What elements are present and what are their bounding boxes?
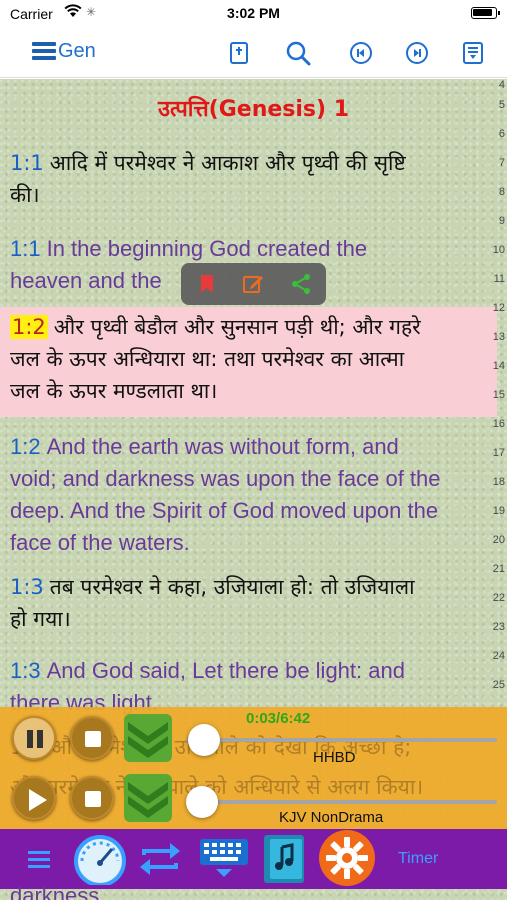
verse-1-2-english[interactable]: 1:2 And the earth was without form, and v…: [10, 431, 490, 559]
play-button[interactable]: [12, 776, 56, 820]
next-chapter-icon[interactable]: [404, 40, 430, 66]
playback-time: 0:03/6:42: [246, 710, 311, 727]
verse-ref: 1:3: [10, 575, 44, 599]
stop-button-2[interactable]: [70, 776, 114, 820]
nav-bar: Gen: [0, 28, 507, 78]
track1-slider-knob[interactable]: [188, 724, 220, 756]
verse-1-2-hindi[interactable]: 1:2 और पृथ्वी बेडौल और सुनसान पड़ी थी; और…: [10, 311, 490, 407]
verse-text-line: face of the waters.: [10, 530, 190, 555]
bookmarks-list-icon[interactable]: [460, 40, 486, 66]
pause-button[interactable]: [12, 716, 56, 760]
verse-text-line: In the beginning God created the: [46, 236, 368, 261]
line-number-gutter: 4 5 6 7 8 9 10 11 12 13 14 15 16 17 18 19 20 21 22 23 24 25: [489, 79, 507, 708]
verse-text-line: जल के ऊपर अन्धियारा था: तथा परमेश्वर का …: [10, 347, 405, 371]
chapter-title: उत्पत्ति(Genesis) 1: [157, 97, 350, 122]
track1-progress[interactable]: [186, 738, 497, 742]
music-book-icon[interactable]: [262, 833, 308, 889]
verse-text-line: और पृथ्वी बेडौल और सुनसान पड़ी थी; और गह…: [53, 315, 421, 339]
timer-button[interactable]: Timer: [398, 850, 438, 868]
verse-ref: 1:1: [10, 236, 41, 261]
line-number: 23: [492, 621, 505, 633]
verse-1-1-hindi[interactable]: 1:1 आदि में परमेश्वर ने आकाश और पृथ्वी की…: [10, 147, 490, 211]
verse-text-line: And the earth was without form, and: [46, 434, 399, 459]
line-number: 24: [492, 650, 505, 662]
line-number: 11: [493, 273, 505, 285]
verse-ref: 1:1: [10, 151, 44, 175]
verse-text-line: heaven and the: [10, 268, 162, 293]
repeat-icon[interactable]: [138, 839, 182, 883]
status-bar: Carrier ✳ 3:02 PM: [0, 0, 507, 28]
line-number: 9: [498, 215, 505, 227]
track2-slider-knob[interactable]: [186, 786, 218, 818]
list-menu-icon[interactable]: [28, 849, 50, 873]
book-selector[interactable]: Gen: [58, 40, 96, 63]
bottom-toolbar: Timer: [0, 829, 507, 889]
line-number: 5: [498, 99, 505, 111]
line-number: 16: [492, 418, 505, 430]
line-number: 15: [492, 389, 505, 401]
search-icon[interactable]: [285, 40, 311, 66]
verse-ref: 1:3: [10, 658, 41, 683]
underlay-text-line: darkness.: [10, 883, 106, 900]
track2-name: KJV NonDrama: [279, 809, 384, 826]
expand-chevron-icon[interactable]: [124, 714, 172, 762]
keyboard-icon[interactable]: [198, 837, 250, 885]
verse-1-3-hindi[interactable]: 1:3 तब परमेश्वर ने कहा, उजियाला हो: तो उज…: [10, 571, 490, 635]
verse-text-line: deep. And the Spirit of God moved upon t…: [10, 498, 439, 523]
verse-text-line: तब परमेश्वर ने कहा, उजियाला हो: तो उजिया…: [49, 575, 415, 599]
verse-text-line: void; and darkness was upon the face of …: [10, 466, 441, 491]
edit-note-icon[interactable]: [241, 272, 265, 296]
battery-icon: [471, 7, 500, 19]
track1-name: HHBD: [313, 749, 356, 766]
line-number: 13: [492, 331, 505, 343]
speedometer-icon[interactable]: [72, 833, 128, 889]
bible-book-icon[interactable]: [226, 40, 252, 66]
line-number: 21: [492, 563, 505, 575]
line-number: 6: [498, 128, 505, 140]
verse-ref: 1:2: [10, 434, 41, 459]
verse-text-line: आदि में परमेश्वर ने आकाश और पृथ्वी की सृ…: [49, 151, 406, 175]
verse-text-line: की।: [10, 183, 40, 207]
verse-ref: 1:2: [10, 315, 48, 339]
line-number: 20: [492, 534, 505, 546]
previous-chapter-icon[interactable]: [348, 40, 374, 66]
verse-action-popover: [181, 263, 326, 305]
audio-player-panel: 1:4 और परमेश्वर ने उजियाले को देखा कि अच…: [0, 707, 507, 829]
line-number: 19: [492, 505, 505, 517]
verse-text-line: And God said, Let there be light: and: [46, 658, 405, 683]
verse-text-line: हो गया।: [10, 607, 71, 631]
line-number: 25: [492, 679, 505, 691]
line-number: 12: [492, 302, 505, 314]
stop-button[interactable]: [70, 716, 114, 760]
bookmark-icon[interactable]: [195, 272, 219, 296]
line-number: 14: [492, 360, 505, 372]
expand-chevron-icon-2[interactable]: [124, 774, 172, 822]
share-icon[interactable]: [289, 272, 313, 296]
clock: 3:02 PM: [227, 5, 280, 21]
line-number: 17: [492, 447, 505, 459]
verse-text-line: जल के ऊपर मण्डलाता था।: [10, 379, 218, 403]
line-number: 10: [492, 244, 505, 256]
line-number: 4: [498, 79, 505, 91]
line-number: 7: [498, 157, 505, 169]
settings-gear-icon[interactable]: [318, 829, 376, 891]
menu-icon[interactable]: [32, 42, 56, 62]
line-number: 22: [492, 592, 505, 604]
track2-progress[interactable]: [186, 800, 497, 804]
line-number: 8: [498, 186, 505, 198]
line-number: 18: [492, 476, 505, 488]
